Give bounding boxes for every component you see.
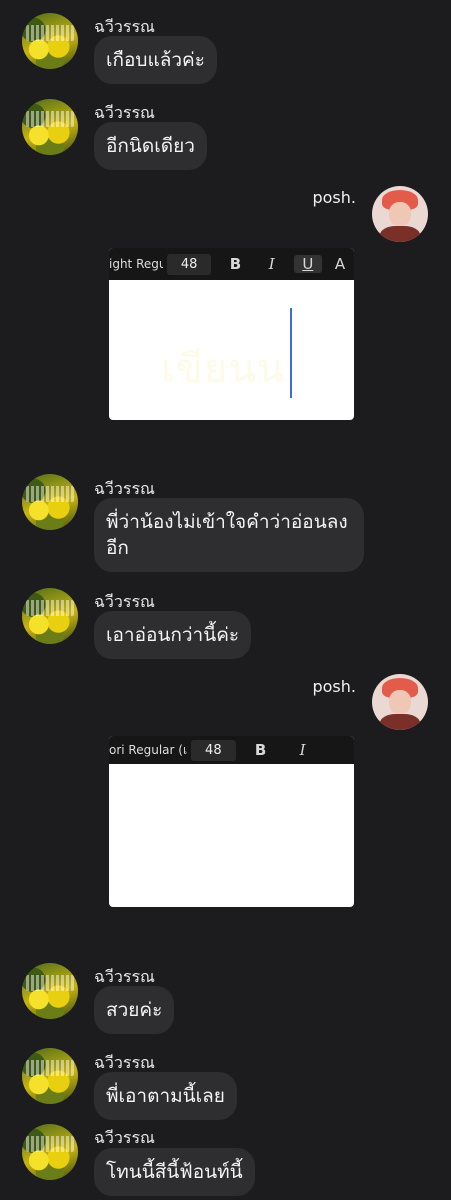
text-cursor: [290, 308, 292, 398]
message-bubble[interactable]: เอาอ่อนกว่านี้ค่ะ: [94, 611, 252, 659]
message-bubble[interactable]: อีกนิดเดียว: [94, 122, 207, 170]
sender-name: posh.: [312, 188, 356, 207]
message-bubble[interactable]: เกือบแล้วค่ะ: [94, 36, 217, 84]
editor-toolbar: ori Regular (เ 48 B I: [109, 736, 354, 764]
avatar[interactable]: [22, 13, 78, 69]
image-attachment[interactable]: ight Regu 48 B I U A เขียนน: [109, 248, 354, 420]
message-bubble[interactable]: พี่เอาตามนี้เลย: [94, 1072, 237, 1120]
text-color-icon: A: [334, 255, 346, 273]
font-size: 48: [166, 253, 212, 275]
avatar[interactable]: [22, 99, 78, 155]
message-bubble[interactable]: สวยค่ะ: [94, 986, 175, 1034]
underline-icon: U: [293, 255, 322, 273]
message-bubble[interactable]: โทนนี้สีนี้ฟ้อนท์นี้: [94, 1148, 255, 1196]
italic-icon: I: [299, 741, 306, 759]
avatar[interactable]: [22, 1048, 78, 1104]
sender-name: posh.: [312, 677, 356, 696]
font-size: 48: [191, 739, 236, 761]
italic-icon: I: [268, 255, 275, 273]
message-bubble[interactable]: พี่ว่าน้องไม่เข้าใจคำว่าอ่อนลง อีก: [94, 498, 364, 572]
font-name: ori Regular (เ: [109, 742, 188, 757]
image-attachment[interactable]: ori Regular (เ 48 B I: [109, 736, 354, 907]
avatar[interactable]: [372, 186, 428, 242]
avatar[interactable]: [22, 474, 78, 530]
avatar[interactable]: [22, 1124, 78, 1180]
canvas-text: เขียนน: [161, 346, 286, 392]
avatar[interactable]: [372, 674, 428, 730]
avatar[interactable]: [22, 588, 78, 644]
bold-icon: B: [254, 741, 267, 759]
bold-icon: B: [229, 255, 242, 273]
font-name: ight Regu: [109, 257, 163, 271]
editor-toolbar: ight Regu 48 B I U A: [109, 248, 354, 280]
avatar[interactable]: [22, 963, 78, 1019]
